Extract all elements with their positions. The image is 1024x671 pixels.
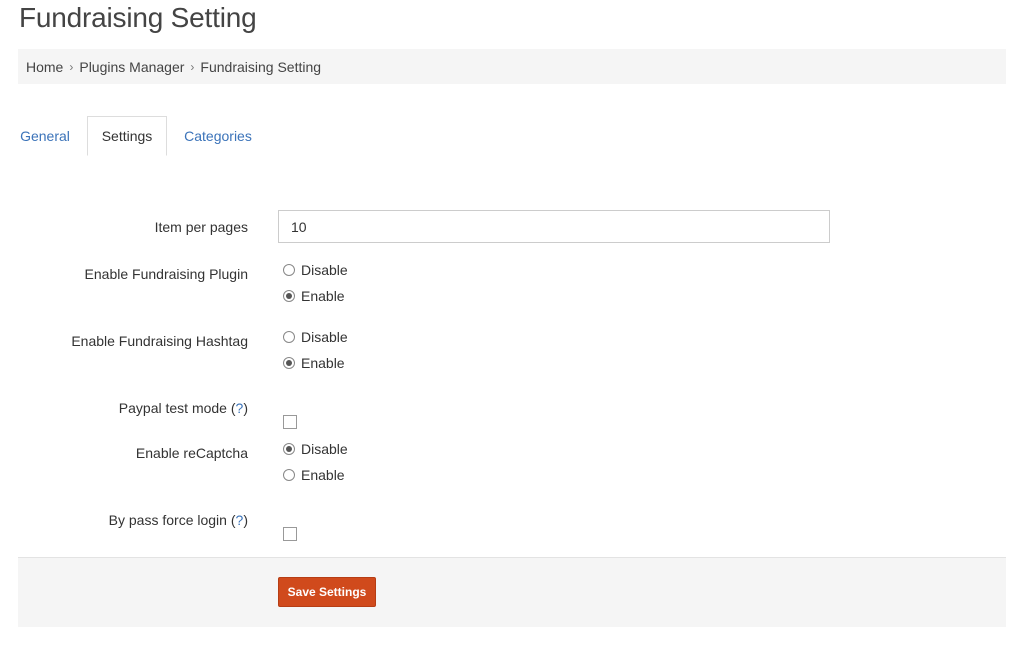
radio-label: Disable (301, 329, 348, 345)
help-link[interactable]: ? (236, 400, 244, 416)
enable-recaptcha-label: Enable reCaptcha (135, 445, 248, 461)
radio-button[interactable] (283, 331, 295, 343)
tab-categories[interactable]: Categories (183, 116, 253, 156)
enable-recaptcha-enable-option[interactable]: Enable (283, 467, 345, 483)
tab-general[interactable]: General (18, 116, 72, 156)
tab-settings[interactable]: Settings (87, 116, 167, 156)
radio-label: Enable (301, 467, 345, 483)
breadcrumb-current: Fundraising Setting (200, 58, 322, 75)
enable-hashtag-enable-option[interactable]: Enable (283, 355, 345, 371)
tab-bar: General Settings Categories (18, 116, 1006, 156)
form-footer (18, 557, 1006, 627)
save-settings-button[interactable]: Save Settings (278, 577, 376, 607)
enable-plugin-label: Enable Fundraising Plugin (84, 266, 248, 282)
enable-hashtag-label: Enable Fundraising Hashtag (71, 333, 248, 349)
enable-hashtag-disable-option[interactable]: Disable (283, 329, 348, 345)
radio-label: Enable (301, 288, 345, 304)
bypass-force-login-text: By pass force login (108, 512, 227, 528)
radio-button[interactable] (283, 469, 295, 481)
bypass-force-login-checkbox[interactable] (283, 527, 297, 541)
item-per-pages-input[interactable] (278, 210, 830, 243)
breadcrumb-home[interactable]: Home (26, 59, 63, 75)
enable-plugin-disable-option[interactable]: Disable (283, 262, 348, 278)
item-per-pages-label: Item per pages (154, 219, 248, 235)
radio-button[interactable] (283, 264, 295, 276)
chevron-right-icon: › (190, 59, 195, 74)
help-link[interactable]: ? (236, 512, 244, 528)
breadcrumb: Home › Plugins Manager › Fundraising Set… (18, 49, 1006, 84)
enable-recaptcha-disable-option[interactable]: Disable (283, 441, 348, 457)
radio-label: Enable (301, 355, 345, 371)
bypass-force-login-label: By pass force login (?) (108, 512, 248, 528)
breadcrumb-plugins-manager[interactable]: Plugins Manager (79, 59, 184, 75)
radio-button[interactable] (283, 443, 295, 455)
chevron-right-icon: › (69, 59, 74, 74)
paypal-test-mode-checkbox[interactable] (283, 415, 297, 429)
page-title: Fundraising Setting (19, 2, 257, 33)
paypal-test-mode-label: Paypal test mode (?) (118, 400, 248, 416)
enable-plugin-enable-option[interactable]: Enable (283, 288, 345, 304)
radio-button[interactable] (283, 357, 295, 369)
paypal-test-mode-text: Paypal test mode (118, 400, 227, 416)
radio-button[interactable] (283, 290, 295, 302)
radio-label: Disable (301, 262, 348, 278)
radio-label: Disable (301, 441, 348, 457)
